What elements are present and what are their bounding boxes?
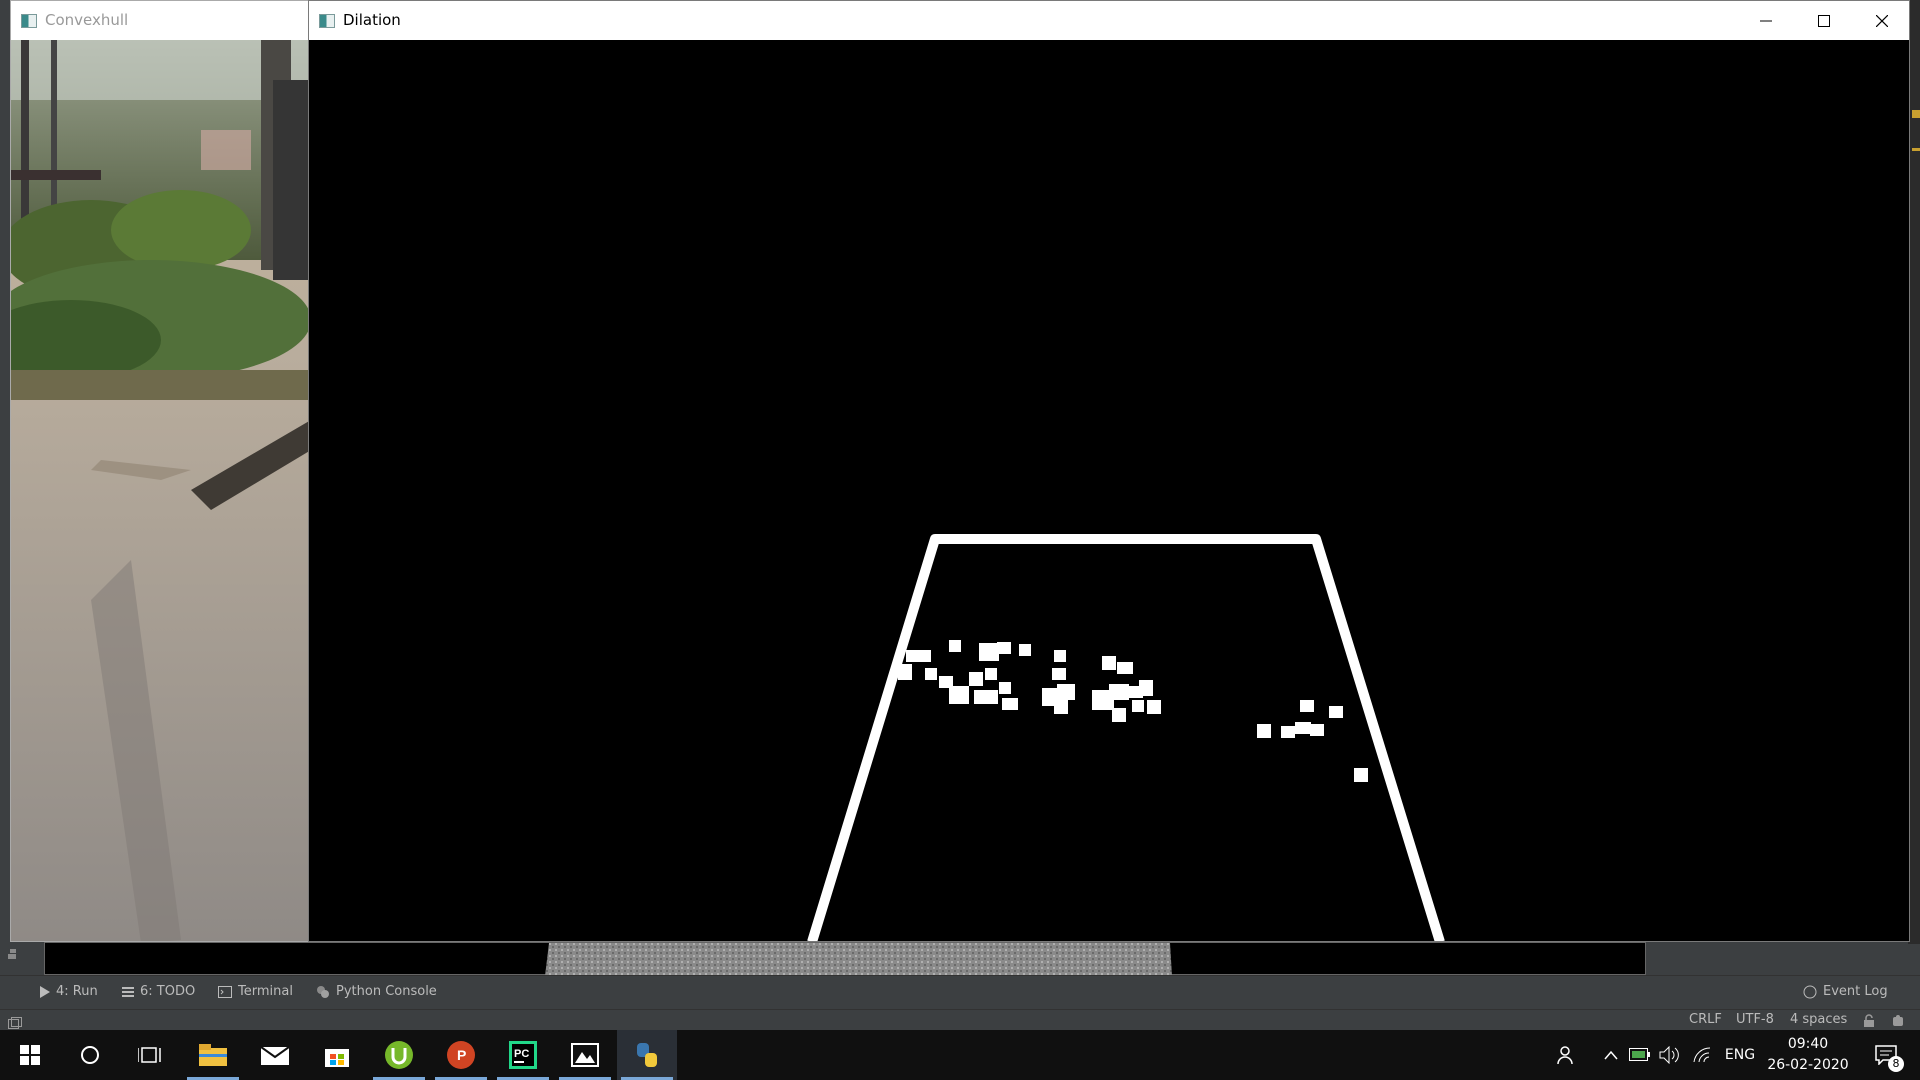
- battery-icon: [1629, 1048, 1650, 1061]
- volume-icon: [1659, 1046, 1679, 1064]
- language-indicator[interactable]: ENG: [1722, 1030, 1758, 1080]
- svg-text:P: P: [457, 1047, 466, 1063]
- dilation-titlebar[interactable]: Dilation: [309, 1, 1909, 40]
- list-icon: [122, 986, 134, 997]
- taskbar-app-powerpoint[interactable]: P: [431, 1030, 491, 1080]
- wifi-button[interactable]: [1689, 1030, 1715, 1080]
- start-button[interactable]: [0, 1030, 60, 1080]
- taskbar-app-store[interactable]: [307, 1030, 367, 1080]
- wifi-icon: [1693, 1047, 1711, 1063]
- show-hidden-icons-button[interactable]: [1599, 1030, 1623, 1080]
- utorrent-icon: [385, 1041, 413, 1069]
- run-console-output[interactable]: [44, 942, 1646, 976]
- photos-icon: [571, 1043, 599, 1067]
- taskbar-app-python[interactable]: [617, 1030, 677, 1080]
- clock-date: 26-02-2020: [1767, 1057, 1849, 1073]
- convexhull-window[interactable]: Convexhull: [10, 0, 310, 942]
- pycharm-icon: PC: [509, 1041, 537, 1069]
- notification-count-badge: 8: [1888, 1056, 1904, 1072]
- taskbar-app-utorrent[interactable]: [369, 1030, 429, 1080]
- window-title: Convexhull: [45, 11, 129, 29]
- ide-status-bar: CRLF UTF-8 4 spaces: [0, 1009, 1920, 1031]
- convexhull-titlebar[interactable]: Convexhull: [11, 1, 309, 40]
- task-view-icon: [138, 1047, 161, 1063]
- volume-button[interactable]: [1657, 1030, 1683, 1080]
- minimize-button[interactable]: [1737, 1, 1795, 40]
- store-icon: [325, 1049, 349, 1067]
- close-button[interactable]: [1853, 1, 1909, 40]
- taskbar-app-mail[interactable]: [245, 1030, 305, 1080]
- panel-toggle-icon[interactable]: [8, 1014, 22, 1029]
- ide-tool-window-bar: 4: Run 6: TODO Terminal Python Console E…: [0, 975, 1920, 1010]
- maximize-icon: [1818, 14, 1830, 27]
- event-log-button[interactable]: Event Log: [1803, 984, 1888, 999]
- opencv-window-icon: [21, 14, 37, 28]
- python-icon: [637, 1043, 657, 1067]
- python-icon: [317, 985, 329, 998]
- windows-taskbar: P PC ENG 09:40 26-02-2020 8: [0, 1030, 1920, 1080]
- taskbar-app-photos[interactable]: [555, 1030, 615, 1080]
- powerpoint-icon: P: [447, 1041, 475, 1069]
- cortana-button[interactable]: [60, 1030, 120, 1080]
- tab-label: Terminal: [238, 984, 293, 999]
- svg-text:PC: PC: [514, 1048, 529, 1060]
- people-icon: [1557, 1046, 1573, 1065]
- cortana-icon: [81, 1046, 99, 1064]
- taskbar-app-pycharm[interactable]: PC: [493, 1030, 553, 1080]
- line-separator-status[interactable]: CRLF: [1689, 1012, 1722, 1027]
- minimize-icon: [1760, 20, 1772, 21]
- tab-terminal[interactable]: Terminal: [218, 984, 293, 999]
- tab-python-console[interactable]: Python Console: [316, 984, 437, 999]
- terminal-icon: [218, 985, 232, 998]
- camera-frame-image: [11, 40, 309, 941]
- windows-start-icon: [20, 1045, 40, 1065]
- scrollbar-marker[interactable]: [1912, 148, 1920, 151]
- tab-label: Python Console: [336, 984, 437, 999]
- people-button[interactable]: [1552, 1030, 1582, 1080]
- task-view-button[interactable]: [120, 1030, 180, 1080]
- taskbar-app-file-explorer[interactable]: [183, 1030, 243, 1080]
- battery-button[interactable]: [1627, 1030, 1653, 1080]
- layout-icon[interactable]: [6, 946, 20, 960]
- clock-time: 09:40: [1787, 1036, 1829, 1052]
- opencv-window-icon: [319, 14, 335, 28]
- action-center-button[interactable]: 8: [1866, 1030, 1906, 1080]
- file-explorer-icon: [199, 1044, 227, 1066]
- event-log-label: Event Log: [1823, 984, 1888, 999]
- scrollbar-marker[interactable]: [1912, 110, 1920, 118]
- speech-bubble-icon: [1803, 985, 1817, 998]
- inspector-icon[interactable]: [1890, 1013, 1906, 1027]
- maximize-button[interactable]: [1795, 1, 1853, 40]
- lock-icon[interactable]: [1862, 1013, 1876, 1027]
- tab-label: 6: TODO: [140, 984, 196, 999]
- tab-run[interactable]: 4: Run: [40, 984, 98, 999]
- dilation-window[interactable]: Dilation: [308, 0, 1910, 942]
- encoding-status[interactable]: UTF-8: [1736, 1012, 1774, 1027]
- chevron-up-icon: [1604, 1050, 1618, 1060]
- taskbar-clock[interactable]: 09:40 26-02-2020: [1763, 1034, 1853, 1076]
- indent-status[interactable]: 4 spaces: [1790, 1012, 1847, 1027]
- tab-label: 4: Run: [56, 984, 98, 999]
- window-title: Dilation: [343, 11, 401, 29]
- tab-todo[interactable]: 6: TODO: [122, 984, 195, 999]
- dilation-output-image: [309, 40, 1909, 941]
- play-icon: [40, 985, 50, 998]
- mail-icon: [261, 1046, 289, 1065]
- close-icon: [1876, 14, 1888, 27]
